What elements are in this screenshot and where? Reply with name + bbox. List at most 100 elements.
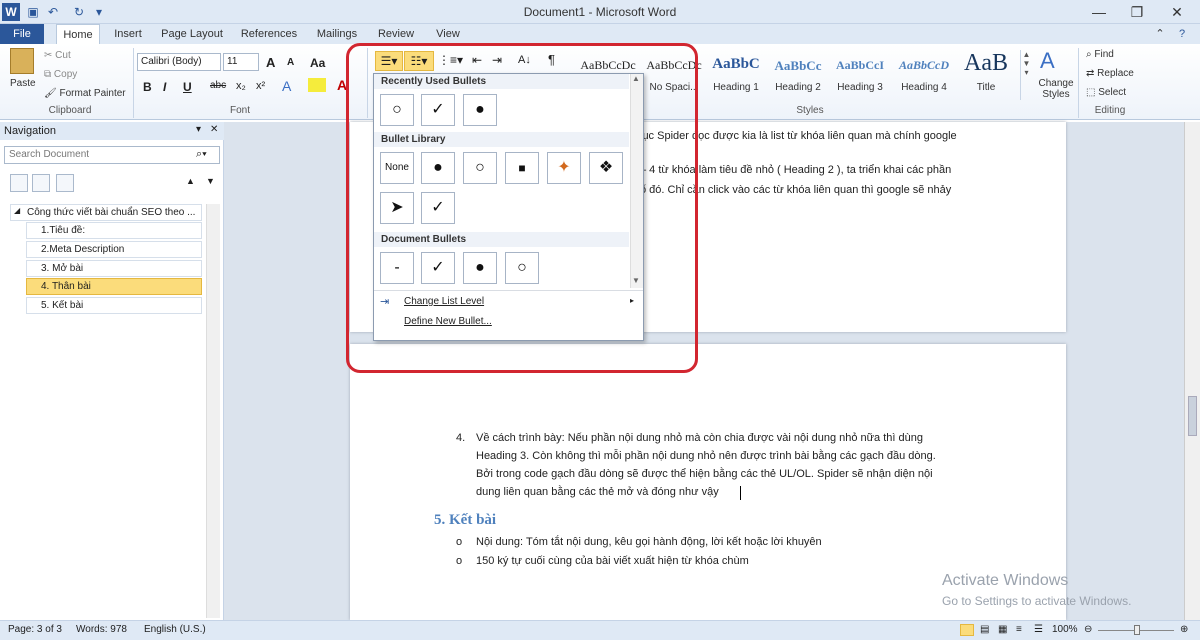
styles-gallery-scroll[interactable]: ▲ ▼ ▾ [1020,50,1032,100]
navigation-pane: Navigation ▾ ✕ Search Document ⌕▾ ▲ ▼ Cô… [0,122,224,620]
tab-references[interactable]: References [236,24,302,44]
print-layout-icon[interactable] [960,624,974,636]
close-button[interactable]: ✕ [1162,2,1192,22]
change-styles-button[interactable]: Change Styles [1036,78,1076,100]
outline-view-icon[interactable]: ≡ [1016,621,1022,639]
font-name-box[interactable]: Calibri (Body) [137,53,221,71]
styles-group-label: Styles [796,105,824,116]
page-count[interactable]: Page: 3 of 3 [8,621,62,639]
superscript-button[interactable]: x² [256,80,265,92]
style-heading3-name: Heading 3 [837,82,883,93]
tab-page-layout[interactable]: Page Layout [158,24,226,44]
shrink-font-button[interactable]: A [287,57,294,68]
font-group-label: Font [229,105,250,116]
style-heading3-sample[interactable]: AaBbCcI [826,58,894,73]
nav-item-mo-bai[interactable]: 3. Mở bài [26,260,202,277]
activation-watermark-sub: Go to Settings to activate Windows. [942,594,1132,608]
doc-list-line: Heading 3. Còn không thì mỗi phần nội du… [476,450,936,462]
tab-file[interactable]: File [0,24,44,44]
subscript-button[interactable]: x₂ [236,80,246,92]
style-title-name: Title [976,82,996,93]
nav-item-meta-description[interactable]: 2.Meta Description [26,241,202,258]
copy-icon: ⧉ [44,69,54,80]
format-painter-icon: 🖌 [44,88,60,99]
tab-mailings[interactable]: Mailings [310,24,364,44]
nav-item-than-bai[interactable]: 4. Thân bài [26,278,202,295]
replace-button[interactable]: ⇄ Replace [1086,68,1134,79]
activation-watermark-title: Activate Windows [942,572,1069,589]
doc-list-line: dung liên quan bằng các thẻ mở và đóng n… [476,486,719,498]
tab-home[interactable]: Home [56,24,100,45]
browse-headings-icon[interactable] [10,174,28,192]
cut-button[interactable]: ✂ Cut [44,50,71,61]
window-title: Document1 - Microsoft Word [523,5,677,19]
browse-results-icon[interactable] [56,174,74,192]
collapse-icon[interactable]: ◢ [14,206,20,215]
help-icon[interactable]: ? [1172,24,1192,44]
nav-item-ket-bai[interactable]: 5. Kết bài [26,297,202,314]
style-heading2-sample[interactable]: AaBbCc [764,58,832,74]
style-title-sample[interactable]: AaB [952,50,1020,77]
cut-icon: ✂ [44,50,56,61]
bullet-glyph: o [456,555,463,567]
underline-button[interactable]: U [183,80,192,94]
title-bar: W ▣ ↶ ↻ ▾ Document1 - Microsoft Word — ❐… [0,0,1200,24]
copy-button[interactable]: ⧉ Copy [44,69,77,80]
restore-button[interactable]: ❐ [1122,2,1152,22]
zoom-out-icon[interactable]: ⊖ [1084,621,1092,639]
word-count[interactable]: Words: 978 [76,621,127,639]
italic-button[interactable]: I [163,80,166,94]
select-label: Select [1098,87,1127,98]
document-scrollbar[interactable] [1184,122,1200,620]
grow-font-button[interactable]: A [266,55,275,70]
search-document-input[interactable]: Search Document [4,146,220,164]
search-icon[interactable]: ⌕▾ [196,148,207,161]
language-indicator[interactable]: English (U.S.) [144,621,206,639]
zoom-level[interactable]: 100% [1052,621,1078,639]
nav-item-tieu-de[interactable]: 1.Tiêu đề: [26,222,202,239]
draft-view-icon[interactable]: ☰ [1034,621,1043,639]
select-button[interactable]: ⬚ Select [1086,87,1126,98]
style-heading2-name: Heading 2 [775,82,821,93]
clipboard-group-label: Clipboard [48,105,92,116]
replace-icon: ⇄ [1086,68,1098,79]
web-layout-icon[interactable]: ▦ [998,621,1007,639]
nav-close-icon[interactable]: ✕ [210,124,218,135]
heading-ket-bai: 5. Kết bài [434,512,497,528]
format-painter-button[interactable]: 🖌 Format Painter [44,88,126,99]
tab-review[interactable]: Review [372,24,420,44]
font-size-box[interactable]: 11 [223,53,259,71]
nav-options-icon[interactable]: ▾ [196,124,201,135]
tab-view[interactable]: View [428,24,468,44]
style-heading1-sample[interactable]: AaBbC [702,56,770,73]
next-heading-icon[interactable]: ▼ [206,176,215,186]
zoom-slider-thumb[interactable] [1134,625,1140,635]
status-bar: Page: 3 of 3 Words: 978 English (U.S.) ▤… [0,620,1200,640]
browse-pages-icon[interactable] [32,174,50,192]
minimize-button[interactable]: — [1084,2,1114,22]
list-number: 4. [456,432,466,444]
bold-button[interactable]: B [143,80,152,94]
nav-scrollbar[interactable] [206,204,220,618]
copy-label: Copy [53,69,78,80]
reading-layout-icon[interactable]: ▤ [980,621,989,639]
find-button[interactable]: ⌕ Find [1086,49,1114,60]
strikethrough-button[interactable]: abc [210,80,226,91]
scroll-thumb[interactable] [1188,396,1197,436]
text-effects-icon[interactable]: A [282,78,291,94]
cut-label: Cut [55,50,71,61]
highlight-annotation [346,43,698,373]
paste-icon[interactable] [10,48,34,74]
nav-root-heading[interactable]: Công thức viết bài chuẩn SEO theo ... [10,204,202,221]
tab-insert[interactable]: Insert [108,24,148,44]
style-heading4-sample[interactable]: AaBbCcD [890,58,958,73]
zoom-in-icon[interactable]: ⊕ [1180,621,1188,639]
previous-heading-icon[interactable]: ▲ [186,176,195,186]
change-case-button[interactable]: Aa [310,56,325,70]
minimize-ribbon-icon[interactable]: ⌃ [1150,24,1170,44]
highlight-color-icon[interactable] [308,78,326,92]
group-divider [1078,48,1079,118]
doc-bullet-line: Nội dung: Tóm tắt nội dung, kêu gọi hành… [476,536,822,548]
change-styles-icon[interactable]: A [1040,48,1055,74]
paste-button[interactable]: Paste [10,78,36,89]
